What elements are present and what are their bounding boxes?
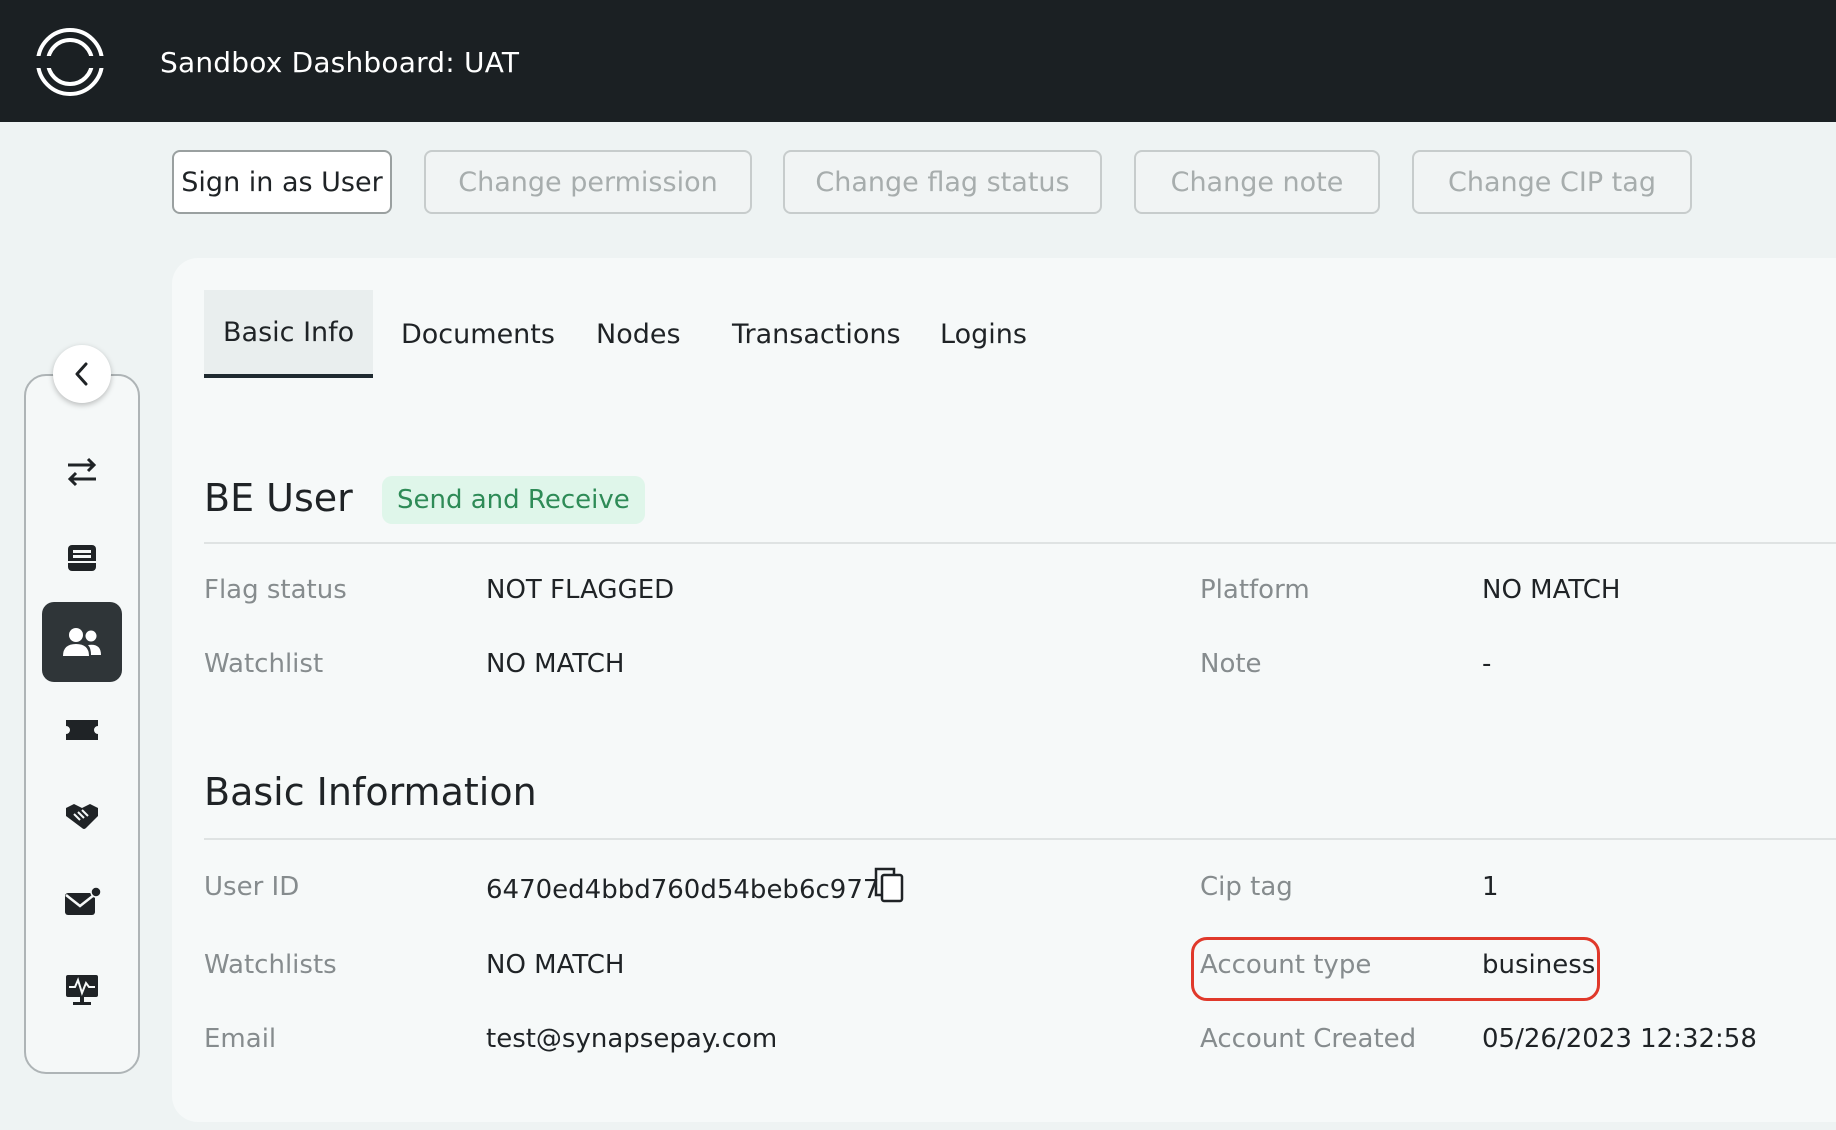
- user-id-value: 6470ed4bbd760d54beb6c977: [486, 875, 880, 905]
- note-value: -: [1482, 649, 1492, 679]
- handshake-icon: [66, 804, 98, 829]
- tab-nodes[interactable]: Nodes: [596, 290, 681, 378]
- chevron-left-icon: [75, 362, 88, 386]
- platform-value: NO MATCH: [1482, 575, 1621, 605]
- users-icon: [63, 628, 101, 656]
- sign-in-as-user-button[interactable]: Sign in as User: [172, 150, 392, 214]
- note-label: Note: [1200, 649, 1262, 679]
- inbox-icon: [68, 545, 96, 571]
- tab-basic-info[interactable]: Basic Info: [204, 290, 374, 378]
- divider: [204, 542, 1836, 544]
- watchlist-label: Watchlist: [204, 649, 324, 679]
- cip-tag-value: 1: [1482, 872, 1499, 902]
- copy-icon[interactable]: [872, 866, 906, 904]
- logo-icon[interactable]: [34, 26, 106, 98]
- collapse-sidebar-button[interactable]: [53, 345, 111, 403]
- change-note-button[interactable]: Change note: [1134, 150, 1380, 214]
- change-cip-tag-button[interactable]: Change CIP tag: [1412, 150, 1692, 214]
- transfer-icon: [67, 457, 97, 487]
- sidebar-item-transfers[interactable]: [42, 432, 122, 512]
- ticket-icon: [66, 720, 98, 740]
- watchlist-value: NO MATCH: [486, 649, 625, 679]
- cip-tag-label: Cip tag: [1200, 872, 1293, 902]
- monitor-pulse-icon: [66, 975, 98, 1005]
- account-created-value: 05/26/2023 12:32:58: [1482, 1024, 1757, 1054]
- sidebar-item-users[interactable]: [42, 602, 122, 682]
- user-id-label: User ID: [204, 872, 300, 902]
- user-name-heading: BE User: [204, 476, 353, 520]
- sidebar-item-monitoring[interactable]: [42, 950, 122, 1030]
- permission-badge: Send and Receive: [382, 476, 645, 524]
- account-type-highlight: [1191, 937, 1600, 1001]
- tab-documents[interactable]: Documents: [401, 290, 555, 378]
- basic-information-heading: Basic Information: [204, 770, 537, 814]
- flag-status-label: Flag status: [204, 575, 347, 605]
- change-permission-button[interactable]: Change permission: [424, 150, 752, 214]
- watchlists-value: NO MATCH: [486, 950, 625, 980]
- account-created-label: Account Created: [1200, 1024, 1417, 1054]
- watchlists-label: Watchlists: [204, 950, 337, 980]
- email-label: Email: [204, 1024, 277, 1054]
- flag-status-value: NOT FLAGGED: [486, 575, 675, 605]
- sidebar-item-partners[interactable]: [42, 776, 122, 856]
- sidebar-item-messages[interactable]: [42, 862, 122, 942]
- tab-transactions[interactable]: Transactions: [732, 290, 901, 378]
- change-flag-status-button[interactable]: Change flag status: [783, 150, 1102, 214]
- tab-logins[interactable]: Logins: [940, 290, 1027, 378]
- app-title: Sandbox Dashboard: UAT: [160, 46, 520, 79]
- email-value: test@synapsepay.com: [486, 1024, 778, 1054]
- top-bar: Sandbox Dashboard: UAT: [0, 0, 1836, 122]
- sidebar-item-tickets[interactable]: [42, 690, 122, 770]
- platform-label: Platform: [1200, 575, 1310, 605]
- sidebar-item-inbox[interactable]: [42, 518, 122, 598]
- divider: [204, 838, 1836, 840]
- mail-notification-icon: [65, 886, 101, 915]
